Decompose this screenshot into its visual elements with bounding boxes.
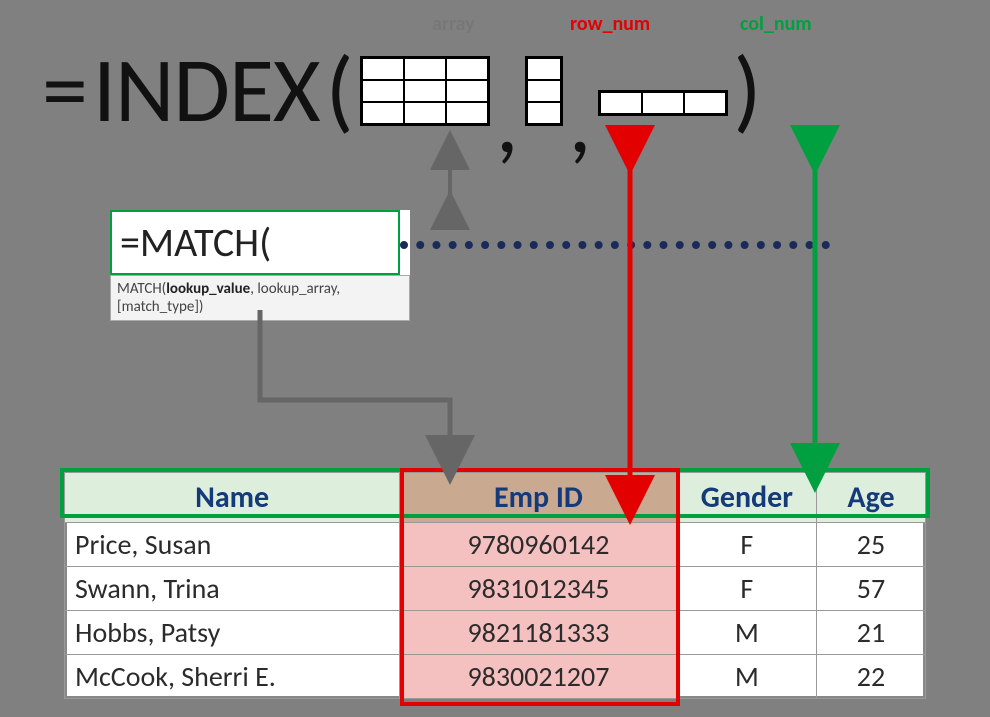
- match-dotted-connector: [400, 241, 830, 249]
- cell-empid: 9830021207: [400, 655, 677, 699]
- cell-name: McCook, Sherri E.: [65, 655, 400, 699]
- header-age: Age: [816, 473, 925, 523]
- cell-empid: 9780960142: [400, 523, 677, 567]
- formula-func: INDEX: [93, 44, 320, 136]
- formula-open-paren: (: [326, 44, 354, 136]
- cell-name: Swann, Trina: [65, 567, 400, 611]
- cell-gender: M: [677, 655, 816, 699]
- header-empid: Emp ID: [400, 473, 677, 523]
- match-tooltip: MATCH(lookup_value, lookup_array, [match…: [110, 275, 410, 321]
- cell-age: 25: [816, 523, 925, 567]
- match-tooltip-prefix: MATCH(: [117, 280, 166, 298]
- table-row: Swann, Trina 9831012345 F 57: [65, 567, 926, 611]
- array-grid-icon: [360, 56, 490, 126]
- row-num-grid-icon: [525, 56, 563, 126]
- cell-empid: 9831012345: [400, 567, 677, 611]
- table-row: Hobbs, Patsy 9821181333 M 21: [65, 611, 926, 655]
- header-name: Name: [65, 473, 400, 523]
- employee-table: Name Emp ID Gender Age Price, Susan 9780…: [60, 468, 930, 703]
- formula-comma-2: ,: [569, 93, 592, 148]
- cell-gender: M: [677, 611, 816, 655]
- cell-gender: F: [677, 523, 816, 567]
- cell-age: 22: [816, 655, 925, 699]
- label-array: array: [432, 12, 475, 36]
- index-formula: = INDEX ( , , ): [42, 44, 761, 136]
- arrow-match-to-table: [260, 310, 450, 460]
- formula-close-paren: ): [734, 44, 762, 136]
- cell-name: Price, Susan: [65, 523, 400, 567]
- cell-age: 57: [816, 567, 925, 611]
- table-row: Price, Susan 9780960142 F 25: [65, 523, 926, 567]
- cell-age: 21: [816, 611, 925, 655]
- header-gender: Gender: [677, 473, 816, 523]
- match-formula-box: =MATCH( MATCH(lookup_value, lookup_array…: [110, 210, 410, 321]
- label-row-num: row_num: [570, 12, 650, 36]
- col-num-grid-icon: [598, 90, 728, 116]
- match-tooltip-bold: lookup_value: [166, 280, 250, 298]
- match-input[interactable]: =MATCH(: [110, 210, 400, 275]
- table-row: McCook, Sherri E. 9830021207 M 22: [65, 655, 926, 699]
- cell-name: Hobbs, Patsy: [65, 611, 400, 655]
- cell-gender: F: [677, 567, 816, 611]
- formula-equals: =: [42, 44, 87, 136]
- formula-comma-1: ,: [496, 93, 519, 148]
- table-header-row: Name Emp ID Gender Age: [65, 473, 926, 523]
- cell-empid: 9821181333: [400, 611, 677, 655]
